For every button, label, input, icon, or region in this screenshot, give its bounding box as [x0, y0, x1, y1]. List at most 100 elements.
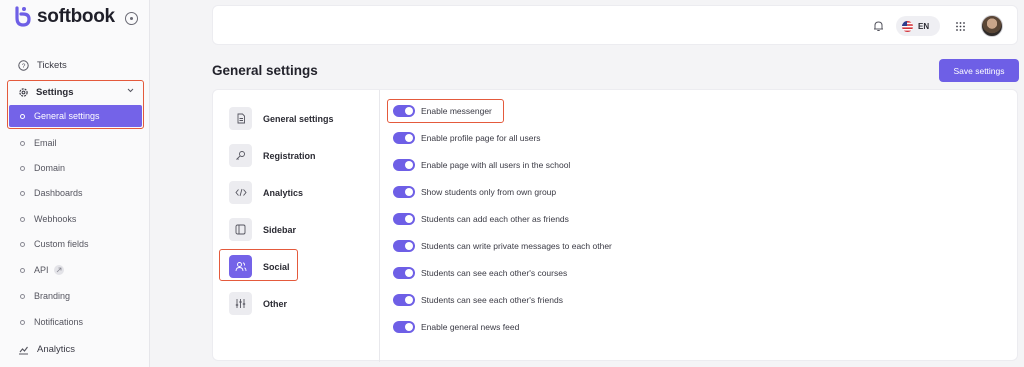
sidebar-item-webhooks[interactable]: Webhooks [20, 214, 76, 224]
analytics-icon [18, 344, 29, 355]
sidebar-item-notifications[interactable]: Notifications [20, 317, 83, 327]
toggle-label: Show students only from own group [421, 187, 557, 197]
toggle-label: Students can see each other's courses [421, 268, 568, 278]
us-flag-icon [902, 20, 913, 32]
sidebar-item-dashboards[interactable]: Dashboards [20, 188, 83, 198]
toggle-row[interactable]: Students can see each other's friends [393, 294, 563, 306]
save-settings-button[interactable]: Save settings [939, 59, 1019, 82]
toggle-label: Students can write private messages to e… [421, 241, 612, 251]
toggle-label: Enable page with all users in the school [421, 160, 571, 170]
top-bar: EN [212, 5, 1018, 45]
toggle-label: Students can add each other as friends [421, 214, 569, 224]
brand-name: softbook [37, 6, 115, 27]
nav-label-settings: Settings [36, 86, 74, 98]
toggle-row[interactable]: Students can add each other as friends [393, 213, 569, 225]
logo[interactable]: softbook [13, 6, 115, 28]
help-circle-icon: ? [18, 60, 29, 71]
toggle-row[interactable]: Enable general news feed [393, 321, 519, 333]
svg-text:?: ? [22, 63, 26, 70]
sidebar-item-label: Notifications [34, 317, 84, 327]
avatar[interactable] [981, 15, 1003, 37]
language-label: EN [918, 21, 930, 31]
collapse-sidebar-button[interactable] [125, 12, 138, 25]
bullet-icon [20, 165, 25, 171]
settings-menu-social[interactable]: Social [229, 255, 290, 278]
nav-item-analytics[interactable]: Analytics [18, 344, 75, 355]
sidebar-item-domain[interactable]: Domain [20, 163, 65, 173]
settings-menu-analytics[interactable]: Analytics [229, 181, 303, 204]
menu-label: Registration [263, 150, 316, 161]
softbook-logo-icon [15, 6, 31, 27]
toggle-row[interactable]: Enable profile page for all users [393, 132, 541, 144]
bullet-icon [20, 241, 25, 247]
bullet-icon [20, 319, 25, 325]
sidebar-item-label: API [34, 265, 49, 275]
nav-item-settings[interactable]: Settings [8, 81, 142, 103]
menu-label: Sidebar [263, 224, 297, 235]
nav-label-tickets: Tickets [37, 60, 67, 71]
external-link-icon [53, 265, 64, 275]
menu-label: Analytics [263, 187, 304, 198]
settings-panel: General settings Registration Analytics … [212, 89, 1018, 362]
bullet-icon [20, 140, 25, 146]
sidebar-item-label: Dashboards [34, 188, 83, 198]
settings-menu-other[interactable]: Other [229, 292, 287, 315]
menu-label: Other [263, 298, 288, 309]
chevron-down-icon [127, 88, 134, 93]
sidebar-item-label: Email [34, 138, 57, 148]
toggle-label: Students can see each other's friends [421, 295, 563, 305]
sidebar-item-email[interactable]: Email [20, 138, 57, 148]
toggle-row[interactable]: Show students only from own group [393, 186, 556, 198]
sidebar-item-label: Branding [34, 291, 71, 301]
settings-menu-general[interactable]: General settings [229, 107, 334, 130]
menu-label: General settings [263, 113, 334, 124]
sidebar-item-label: Custom fields [34, 239, 89, 249]
gear-icon [18, 87, 29, 98]
toggle-label: Enable general news feed [421, 322, 520, 332]
settings-highlight: Settings General settings [7, 80, 144, 129]
sidebar-item-custom-fields[interactable]: Custom fields [20, 239, 89, 249]
menu-label: Social [263, 261, 290, 272]
toggle-switch[interactable] [393, 267, 415, 279]
toggle-switch[interactable] [393, 240, 415, 252]
toggle-row[interactable]: Enable page with all users in the school [393, 159, 570, 171]
page-title: General settings [212, 63, 318, 78]
divider [379, 90, 380, 362]
bullet-icon [20, 267, 25, 273]
toggle-row[interactable]: Students can write private messages to e… [393, 240, 612, 252]
sidebar-item-label: Webhooks [34, 214, 77, 224]
settings-menu-registration[interactable]: Registration [229, 144, 316, 167]
language-selector[interactable]: EN [896, 16, 940, 36]
nav-label-analytics: Analytics [37, 344, 76, 355]
toggle-switch[interactable] [393, 132, 415, 144]
bullet-icon [20, 293, 25, 299]
bell-icon[interactable] [873, 20, 884, 32]
nav-item-tickets[interactable]: ? Tickets [18, 60, 67, 71]
document-icon [229, 107, 252, 130]
key-icon [229, 144, 252, 167]
users-icon [229, 255, 252, 278]
sidebar-item-label: Domain [34, 163, 66, 173]
toggle-switch[interactable] [393, 105, 415, 117]
toggle-row[interactable]: Students can see each other's courses [393, 267, 567, 279]
sidebar-item-general-settings[interactable]: General settings [9, 105, 142, 127]
toggle-label: Enable messenger [421, 106, 492, 116]
toggle-switch[interactable] [393, 213, 415, 225]
sidebar-item-branding[interactable]: Branding [20, 291, 70, 301]
sidebar: softbook ? Tickets Settings General sett… [0, 0, 150, 367]
apps-grid-icon[interactable] [956, 22, 965, 31]
toggle-switch[interactable] [393, 159, 415, 171]
bullet-icon [20, 190, 25, 196]
toggle-switch[interactable] [393, 294, 415, 306]
toggle-switch[interactable] [393, 321, 415, 333]
bullet-icon [20, 113, 25, 119]
bullet-icon [20, 216, 25, 222]
sidebar-item-label: General settings [34, 111, 100, 121]
sliders-icon [229, 292, 252, 315]
code-icon [229, 181, 252, 204]
sidebar-layout-icon [229, 218, 252, 241]
settings-menu-sidebar[interactable]: Sidebar [229, 218, 296, 241]
toggle-switch[interactable] [393, 186, 415, 198]
toggle-row[interactable]: Enable messenger [393, 105, 492, 117]
sidebar-item-api[interactable]: API [20, 265, 64, 275]
